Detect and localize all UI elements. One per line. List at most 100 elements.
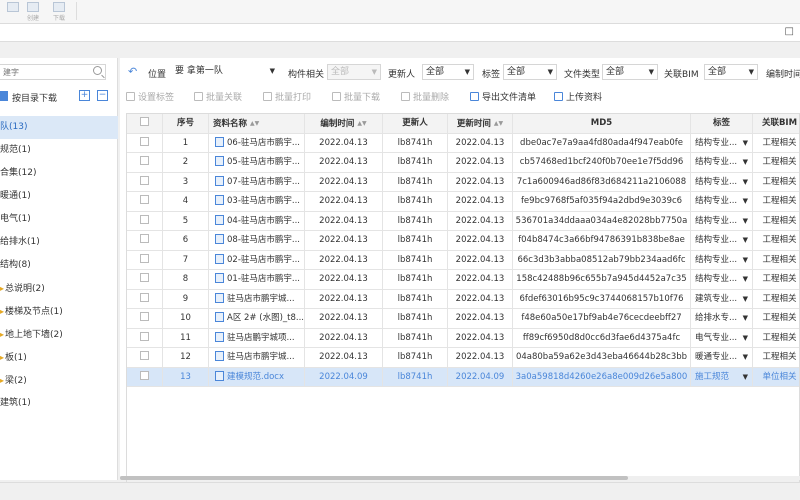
sort-icon[interactable]: ▲▼ (357, 114, 366, 133)
file-name-cell[interactable]: 驻马店市鹏宇城... (209, 348, 305, 367)
tag-select[interactable]: 全部 ▼ (503, 64, 557, 80)
download-by-directory-label[interactable]: 按目录下载 (12, 91, 57, 104)
row-checkbox[interactable] (140, 273, 149, 282)
file-name-cell[interactable]: 02-驻马店市鹏宇... (209, 250, 305, 270)
file-name[interactable]: 06-驻马店市鹏宇... (227, 138, 300, 148)
file-name[interactable]: 07-驻马店市鹏宇... (227, 177, 300, 187)
file-name[interactable]: 驻马店市鹏宇城... (227, 294, 295, 304)
chevron-down-icon[interactable]: ▼ (743, 173, 748, 192)
file-name[interactable]: 建模规范.docx (227, 372, 284, 382)
location-select[interactable]: 要 拿第一队 ▼ (172, 64, 278, 80)
scrollbar-thumb[interactable] (120, 476, 628, 480)
sort-icon[interactable]: ▲▼ (494, 114, 503, 133)
file-name[interactable]: 05-驻马店市鹏宇... (227, 157, 300, 167)
row-checkbox[interactable] (140, 331, 149, 341)
tree-item[interactable]: 规范(1) (0, 139, 118, 162)
file-name-cell[interactable]: 03-驻马店市鹏宇... (209, 192, 305, 211)
header-select-all[interactable] (127, 114, 163, 133)
tag-cell[interactable]: 暖通专业... ▼ (691, 348, 753, 367)
batch-download-button[interactable]: 批量下载 (332, 90, 380, 106)
header-edit-time[interactable]: 编制时间 ▲▼ (305, 114, 383, 133)
chevron-down-icon[interactable]: ▼ (743, 231, 748, 250)
file-name-cell[interactable]: 01-驻马店市鹏宇... (209, 270, 305, 289)
table-row[interactable]: 8 01-驻马店市鹏宇... 2022.04.13 lb8741h 2022.04.13… (127, 270, 799, 290)
file-name-cell[interactable]: 驻马店市鹏宇城... (209, 289, 305, 309)
ribbon-button-1[interactable] (4, 0, 22, 24)
file-name[interactable]: 驻马店市鹏宇城... (227, 352, 295, 362)
header-name[interactable]: 资料名称 ▲▼ (209, 114, 305, 133)
set-tag-button[interactable]: 设置标签 (126, 90, 174, 106)
tree-item[interactable]: ▸梁(2) (0, 369, 118, 392)
tree-item[interactable]: 建筑(1) (0, 392, 118, 415)
chevron-down-icon[interactable]: ▼ (743, 290, 748, 309)
chevron-down-icon[interactable]: ▼ (743, 329, 748, 348)
tree-item[interactable]: 暖通(1) (0, 185, 118, 208)
file-name-cell[interactable]: A区 2# (水图)_t8... (209, 309, 305, 328)
table-row[interactable]: 2 05-驻马店市鹏宇... 2022.04.13 lb8741h 2022.04.13… (127, 153, 799, 173)
file-name-cell[interactable]: 05-驻马店市鹏宇... (209, 153, 305, 172)
tag-cell[interactable]: 电气专业... ▼ (691, 328, 753, 348)
file-name-cell[interactable]: 建模规范.docx (209, 367, 305, 387)
header-update-time[interactable]: 更新时间 ▲▼ (448, 114, 513, 133)
tag-cell[interactable]: 结构专业... ▼ (691, 192, 753, 211)
file-name-cell[interactable]: 07-驻马店市鹏宇... (209, 172, 305, 192)
table-row[interactable]: 13 建模规范.docx 2022.04.09 lb8741h 2022.04.09 3a… (127, 367, 799, 387)
row-checkbox[interactable] (140, 234, 149, 243)
row-checkbox[interactable] (140, 312, 149, 321)
table-row[interactable]: 10 A区 2# (水图)_t8... 2022.04.13 lb8741h 2022.… (127, 309, 799, 329)
tag-cell[interactable]: 结构专业... ▼ (691, 172, 753, 192)
edit-time-filter-label[interactable]: 编制时间 (766, 67, 800, 80)
row-checkbox[interactable] (140, 292, 149, 302)
row-checkbox[interactable] (140, 195, 149, 204)
tag-cell[interactable]: 结构专业... ▼ (691, 133, 753, 153)
chevron-down-icon[interactable]: ▼ (743, 270, 748, 289)
tag-cell[interactable]: 建筑专业... ▼ (691, 289, 753, 309)
tree-item[interactable]: 给排水(1) (0, 231, 118, 254)
updater-select[interactable]: 全部 ▼ (422, 64, 474, 80)
row-checkbox[interactable] (140, 253, 149, 263)
tree-item[interactable]: 合集(12) (0, 162, 118, 185)
chevron-down-icon[interactable]: ▼ (743, 192, 748, 211)
collapse-icon[interactable]: − (97, 90, 108, 101)
chevron-down-icon[interactable]: ▼ (743, 251, 748, 270)
table-row[interactable]: 1 06-驻马店市鹏宇... 2022.04.13 lb8741h 2022.04.13… (127, 133, 799, 153)
tag-cell[interactable]: 结构专业... ▼ (691, 231, 753, 250)
bim-select[interactable]: 全部 ▼ (704, 64, 758, 80)
tag-cell[interactable]: 给排水专... ▼ (691, 309, 753, 328)
ribbon-create-button[interactable]: 创建 (24, 0, 42, 24)
tree-item[interactable]: ▸总说明(2) (0, 277, 118, 300)
batch-link-button[interactable]: 批量关联 (194, 90, 242, 106)
tree-item[interactable]: 结构(8) (0, 254, 118, 277)
row-checkbox[interactable] (140, 370, 149, 380)
upload-button[interactable]: 上传资料 (554, 90, 602, 106)
download-by-directory[interactable]: 按目录下载 + − (0, 89, 118, 105)
file-name[interactable]: 08-驻马店市鹏宇... (227, 235, 300, 245)
table-row[interactable]: 11 驻马店鹏宇城项... 2022.04.13 lb8741h 2022.04.13 f… (127, 328, 799, 348)
back-icon[interactable]: ↶ (128, 66, 140, 78)
file-name[interactable]: 04-驻马店市鹏宇... (227, 216, 300, 226)
table-row[interactable]: 9 驻马店市鹏宇城... 2022.04.13 lb8741h 2022.04.13 6f… (127, 289, 799, 309)
batch-print-button[interactable]: 批量打印 (263, 90, 311, 106)
directory-search-input[interactable] (0, 65, 89, 79)
export-list-button[interactable]: 导出文件清单 (470, 90, 536, 106)
file-name-cell[interactable]: 04-驻马店市鹏宇... (209, 211, 305, 231)
table-row[interactable]: 5 04-驻马店市鹏宇... 2022.04.13 lb8741h 2022.04.13… (127, 211, 799, 231)
file-name[interactable]: A区 2# (水图)_t8... (227, 313, 304, 323)
horizontal-scrollbar[interactable] (120, 476, 800, 480)
add-node-icon[interactable]: + (79, 90, 90, 101)
table-row[interactable]: 6 08-驻马店市鹏宇... 2022.04.13 lb8741h 2022.04.13… (127, 231, 799, 251)
search-icon[interactable] (93, 66, 102, 75)
file-name[interactable]: 驻马店鹏宇城项... (227, 333, 295, 343)
tag-cell[interactable]: 施工规范 ▼ (691, 367, 753, 387)
table-row[interactable]: 3 07-驻马店市鹏宇... 2022.04.13 lb8741h 2022.04.13… (127, 172, 799, 192)
component-select[interactable]: 全部 ▼ (327, 64, 381, 80)
tree-item[interactable]: ▸地上地下墙(2) (0, 323, 118, 346)
sort-icon[interactable]: ▲▼ (250, 114, 259, 133)
chevron-down-icon[interactable]: ▼ (743, 348, 748, 367)
row-checkbox[interactable] (140, 156, 149, 165)
ribbon-download-button[interactable]: 下载 (50, 0, 68, 24)
file-name[interactable]: 03-驻马店市鹏宇... (227, 196, 300, 206)
chevron-down-icon[interactable]: ▼ (743, 153, 748, 172)
file-name[interactable]: 02-驻马店市鹏宇... (227, 255, 300, 265)
tag-cell[interactable]: 结构专业... ▼ (691, 270, 753, 289)
